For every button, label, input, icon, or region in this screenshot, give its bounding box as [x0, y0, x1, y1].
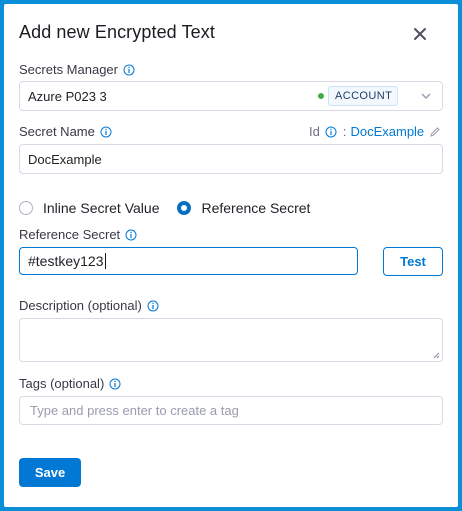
status-dot	[318, 93, 324, 99]
info-icon[interactable]	[100, 126, 112, 138]
radio-reference-secret[interactable]: Reference Secret	[177, 200, 310, 216]
dialog-title: Add new Encrypted Text	[19, 22, 215, 42]
reference-secret-label: Reference Secret	[19, 227, 137, 242]
reference-secret-input[interactable]: #testkey123	[19, 247, 358, 275]
id-separator: :	[342, 124, 347, 139]
info-icon[interactable]	[125, 229, 137, 241]
info-icon[interactable]	[325, 126, 337, 138]
chevron-down-icon[interactable]	[420, 90, 432, 102]
tags-placeholder: Type and press enter to create a tag	[30, 403, 239, 418]
info-icon[interactable]	[123, 64, 135, 76]
radio-button-selected[interactable]	[177, 201, 192, 215]
test-button[interactable]: Test	[383, 247, 443, 276]
identifier-group: Id : DocExample	[309, 124, 441, 139]
secrets-manager-select[interactable]: Azure P023 3 ACCOUNT	[19, 81, 443, 111]
secret-name-label: Secret Name	[19, 124, 112, 139]
id-value[interactable]: DocExample	[350, 124, 424, 139]
text-cursor	[104, 253, 106, 269]
radio-label: Reference Secret	[201, 200, 311, 216]
id-label: Id	[309, 124, 320, 139]
pencil-icon[interactable]	[429, 126, 441, 138]
radio-inline-secret-value[interactable]: Inline Secret Value	[19, 200, 159, 216]
resize-grip-icon[interactable]	[433, 352, 440, 359]
save-button[interactable]: Save	[19, 458, 81, 487]
tags-input[interactable]: Type and press enter to create a tag	[19, 396, 443, 425]
info-icon[interactable]	[147, 300, 159, 312]
radio-button[interactable]	[19, 201, 33, 215]
value-type-radio-group: Inline Secret Value Reference Secret	[19, 200, 328, 216]
scope-badge: ACCOUNT	[328, 86, 398, 106]
secrets-manager-value: Azure P023 3	[28, 88, 107, 104]
description-label: Description (optional)	[19, 298, 159, 313]
info-icon[interactable]	[109, 378, 121, 390]
close-icon[interactable]	[412, 26, 428, 42]
tags-label: Tags (optional)	[19, 376, 121, 391]
secret-name-value: DocExample	[28, 151, 102, 167]
reference-secret-value: #testkey123	[28, 253, 104, 269]
add-encrypted-text-dialog: Add new Encrypted Text Secrets Manager A…	[4, 4, 458, 507]
secret-name-input[interactable]: DocExample	[19, 144, 443, 174]
description-textarea[interactable]	[19, 318, 443, 362]
secrets-manager-label: Secrets Manager	[19, 62, 135, 77]
radio-label: Inline Secret Value	[43, 200, 160, 216]
